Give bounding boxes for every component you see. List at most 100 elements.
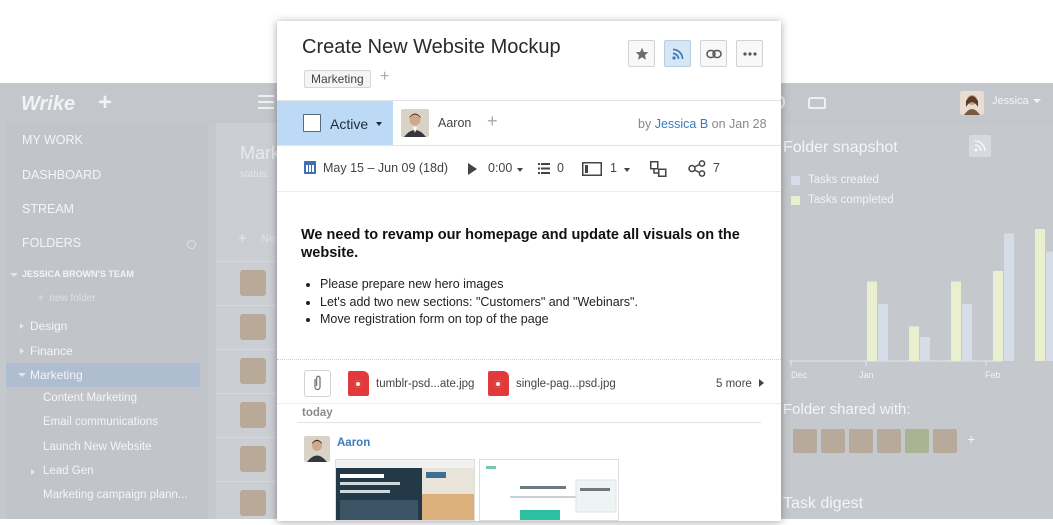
subtasks-icon[interactable] [538, 163, 550, 174]
task-digest-title: Task digest [783, 495, 864, 512]
avatar[interactable] [933, 429, 957, 453]
avatar [240, 490, 266, 516]
list-item: Move registration form on top of the pag… [320, 311, 761, 329]
author-prefix: by [638, 117, 652, 131]
comment-image-thumbnail[interactable] [335, 459, 475, 521]
design-chevron-icon[interactable] [20, 323, 24, 329]
chart-bar [920, 337, 930, 361]
assignee-avatar[interactable] [401, 109, 429, 137]
more-actions-button[interactable] [736, 40, 763, 67]
avatar[interactable] [877, 429, 901, 453]
attach-button[interactable] [304, 370, 331, 397]
new-task-input[interactable]: Ne [261, 233, 275, 245]
divider [297, 422, 761, 423]
checklist-chevron-down-icon[interactable] [624, 168, 630, 172]
task-description[interactable]: We need to revamp our homepage and updat… [301, 226, 761, 329]
folder-tag[interactable]: Marketing [304, 70, 371, 88]
sidebar-item-folders[interactable]: FOLDERS [22, 236, 81, 250]
status-label: Active [330, 116, 369, 132]
play-timer-icon[interactable] [468, 163, 477, 175]
subfolder-marketing-campaign[interactable]: Marketing campaign plann... [43, 489, 187, 501]
folder-search-icon[interactable] [187, 240, 196, 249]
sidebar-item-my-work[interactable]: MY WORK [22, 133, 83, 147]
menu-icon[interactable] [258, 95, 274, 109]
x-tick-label: Dec [791, 370, 808, 380]
finance-chevron-icon[interactable] [20, 348, 24, 354]
team-chevron-down-icon[interactable] [10, 273, 18, 277]
complete-checkbox[interactable] [303, 114, 321, 132]
avatar[interactable] [905, 429, 929, 453]
star-button[interactable] [628, 40, 655, 67]
chart-bar [878, 304, 888, 361]
rss-icon[interactable] [969, 135, 991, 157]
subfolder-launch-new-website[interactable]: Launch New Website [43, 441, 151, 453]
chart-bar [909, 326, 919, 361]
user-name[interactable]: Jessica [992, 95, 1029, 107]
avatar [240, 358, 266, 384]
lead-gen-chevron-icon[interactable] [31, 469, 35, 475]
date-range[interactable]: May 15 – Jun 09 (18d) [323, 161, 448, 175]
checklist-icon[interactable] [582, 162, 602, 176]
new-folder-link[interactable]: + new folder [38, 293, 96, 304]
folder-design[interactable]: Design [30, 319, 67, 333]
task-row[interactable] [216, 261, 276, 305]
new-task-plus-icon[interactable]: + [238, 230, 247, 247]
task-list-status[interactable]: status: [240, 169, 269, 180]
task-row[interactable] [216, 437, 276, 481]
calendar-icon[interactable] [304, 161, 316, 174]
more-attachments-link[interactable]: 5 more [716, 378, 752, 390]
comment-avatar[interactable] [304, 436, 330, 462]
share-icon[interactable] [688, 160, 706, 177]
more-chevron-right-icon[interactable] [759, 379, 764, 387]
assignee-name[interactable]: Aaron [438, 116, 471, 130]
sidebar-item-stream[interactable]: STREAM [22, 202, 74, 216]
attachment-name[interactable]: tumblr-psd...ate.jpg [376, 378, 474, 390]
subfolder-lead-gen[interactable]: Lead Gen [43, 465, 94, 477]
task-row[interactable] [216, 305, 276, 349]
avatar[interactable] [821, 429, 845, 453]
marketing-chevron-down-icon[interactable] [18, 373, 26, 377]
subfolder-email-communications[interactable]: Email communications [43, 416, 158, 428]
avatar [240, 314, 266, 340]
task-list-panel: Mark status: + Ne [216, 123, 280, 519]
comment-image-thumbnail[interactable] [479, 459, 619, 521]
dependencies-icon[interactable] [650, 161, 667, 177]
author-link[interactable]: Jessica B [655, 117, 709, 131]
user-avatar[interactable] [960, 91, 984, 115]
follow-button[interactable] [664, 40, 691, 67]
attachment-name[interactable]: single-pag...psd.jpg [516, 378, 616, 390]
comment-author[interactable]: Aaron [337, 437, 370, 449]
app-logo: Wrike [21, 93, 76, 115]
task-meta-row: May 15 – Jun 09 (18d) 0:00 0 1 7 [277, 146, 781, 192]
sidebar: MY WORK DASHBOARD STREAM FOLDERS JESSICA… [6, 123, 208, 519]
add-tag-plus-icon[interactable]: + [380, 68, 389, 86]
subtasks-count[interactable]: 0 [557, 161, 564, 175]
time-chevron-down-icon[interactable] [517, 168, 523, 172]
image-file-icon[interactable] [488, 371, 509, 396]
sidebar-item-dashboard[interactable]: DASHBOARD [22, 168, 101, 182]
image-file-icon[interactable] [348, 371, 369, 396]
folder-finance[interactable]: Finance [30, 344, 73, 358]
avatar[interactable] [793, 429, 817, 453]
time-tracked[interactable]: 0:00 [488, 161, 512, 175]
status-dropdown[interactable]: Active [277, 101, 393, 145]
user-menu-chevron-down-icon[interactable] [1033, 99, 1041, 103]
avatar[interactable] [849, 429, 873, 453]
task-row[interactable] [216, 349, 276, 393]
inbox-icon[interactable] [808, 97, 826, 109]
share-plus-icon[interactable]: + [967, 431, 975, 447]
create-plus-icon[interactable]: + [98, 89, 112, 117]
folder-marketing[interactable]: Marketing [30, 368, 83, 382]
task-list-title: Mark [240, 143, 280, 163]
team-name[interactable]: JESSICA BROWN'S TEAM [22, 269, 134, 279]
copy-link-button[interactable] [700, 40, 727, 67]
task-title[interactable]: Create New Website Mockup [302, 36, 561, 59]
folder-snapshot-panel: Folder snapshot Tasks created Tasks comp… [781, 123, 1053, 519]
shared-count[interactable]: 7 [713, 161, 720, 175]
status-chevron-down-icon [376, 122, 382, 126]
task-row[interactable] [216, 481, 276, 525]
checklist-count[interactable]: 1 [610, 161, 617, 175]
subfolder-content-marketing[interactable]: Content Marketing [43, 392, 137, 404]
task-row[interactable] [216, 393, 276, 437]
add-assignee-plus-icon[interactable]: + [487, 111, 498, 132]
